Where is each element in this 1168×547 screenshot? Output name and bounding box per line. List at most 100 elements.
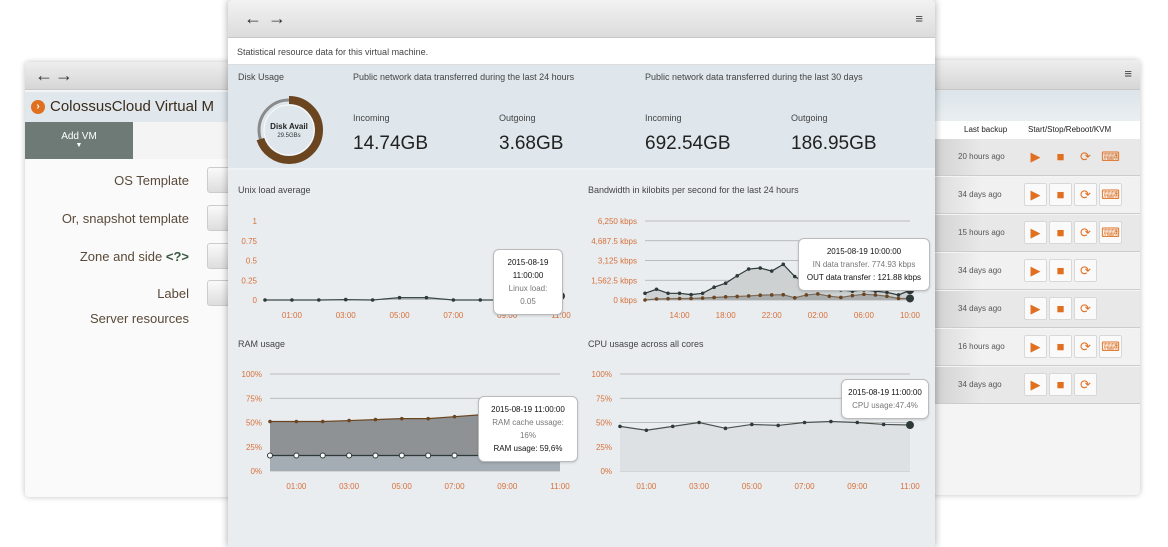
ram-point (268, 419, 272, 424)
load-x-tick: 01:00 (282, 311, 303, 320)
ram-point (425, 452, 432, 459)
bw-y-tick: 0 kbps (613, 296, 637, 305)
bw-y-tick: 1,562.5 kbps (591, 276, 637, 285)
cpu-tooltip: 2015-08-19 11:00:00 CPU usage:47.4% (841, 379, 929, 419)
tooltip-time: 2015-08-19 10:00:00 (826, 247, 902, 256)
bw-point (700, 291, 705, 296)
load-point (343, 297, 348, 302)
bw-point (885, 294, 889, 299)
ram-x-tick: 01:00 (286, 482, 307, 491)
bw-point (666, 296, 670, 301)
bw-point (700, 296, 705, 300)
bw-point (677, 291, 682, 296)
load-point (397, 295, 402, 300)
cpu-x-tick: 05:00 (742, 482, 763, 491)
load-y-tick: 0.75 (241, 237, 257, 246)
bw-x-tick: 06:00 (854, 311, 875, 320)
load-point (263, 298, 267, 302)
bw-point (689, 292, 693, 297)
tooltip-line: RAM usage: 59,6% (493, 444, 563, 453)
cpu-y-tick: 100% (592, 370, 612, 379)
cpu-point (670, 424, 675, 429)
cpu-point (855, 420, 860, 425)
bw-point (746, 294, 751, 298)
cpu-point (776, 423, 780, 428)
bw-point (839, 295, 843, 300)
bw-x-tick: 18:00 (716, 311, 737, 320)
bw-point (712, 295, 716, 300)
load-point (370, 298, 375, 302)
cpu-point (829, 419, 833, 424)
cpu-y-tick: 25% (596, 443, 612, 452)
ram-point (426, 416, 430, 421)
bw-point (816, 292, 820, 296)
ram-x-tick: 11:00 (550, 482, 570, 491)
bw-point (758, 293, 763, 297)
bw-point (758, 266, 763, 270)
ram-point (347, 418, 351, 423)
load-y-tick: 0.5 (246, 257, 258, 266)
tooltip-line: RAM cache ussage: 16% (492, 418, 564, 440)
cpu-x-tick: 03:00 (689, 482, 710, 491)
bw-point (712, 285, 716, 290)
cpu-area-0 (620, 421, 910, 471)
cpu-y-tick: 0% (600, 467, 612, 476)
tooltip-time: 2015-08-19 11:00:00 (491, 405, 565, 414)
load-y-tick: 0.25 (241, 276, 257, 285)
cpu-x-tick: 11:00 (900, 482, 920, 491)
bw-point (666, 291, 670, 296)
ram-point (400, 416, 404, 421)
bw-point (689, 296, 693, 301)
ram-point (267, 452, 273, 459)
bw-tooltip: 2015-08-19 10:00:00 IN data transfer. 77… (798, 238, 930, 291)
bw-point (792, 274, 797, 279)
cpu-point (644, 428, 649, 433)
bw-point (850, 293, 855, 298)
tooltip-time: 2015-08-19 11:00:00 (848, 388, 922, 397)
tooltip-line: CPU usage:47.4% (852, 401, 918, 410)
bw-point (735, 273, 739, 278)
bw-point (643, 291, 647, 296)
ram-point (372, 452, 379, 459)
bw-point (885, 290, 889, 295)
bw-point (746, 267, 751, 271)
cpu-point (881, 422, 886, 427)
ram-x-tick: 07:00 (445, 482, 466, 491)
ram-x-tick: 05:00 (392, 482, 413, 491)
ram-y-tick: 0% (250, 467, 262, 476)
charts-layer: 0 0.25 0.5 0.75 1 01:00 03:00 05:00 07:00 09:00 11… (241, 217, 920, 491)
cpu-point (697, 420, 701, 425)
ram-point (373, 417, 378, 422)
bw-y-tick: 3,125 kbps (598, 257, 637, 266)
ram-point (346, 452, 353, 459)
ram-x-tick: 03:00 (339, 482, 360, 491)
ram-y-tick: 50% (246, 419, 262, 428)
bw-point (769, 293, 774, 297)
ram-point (319, 452, 326, 459)
load-y-tick: 0 (253, 296, 258, 305)
ram-point (320, 419, 325, 424)
cpu-y-tick: 75% (596, 394, 612, 403)
load-y-tick: 1 (253, 217, 258, 226)
load-point (478, 298, 483, 302)
ram-point (293, 452, 300, 459)
bw-point (862, 292, 866, 297)
bw-point (654, 297, 659, 301)
tooltip-line: Linux load: 0.05 (508, 284, 548, 306)
bw-point (677, 296, 682, 301)
bw-x-tick: 22:00 (762, 311, 783, 320)
tooltip-line: IN data transfer. 774.93 kbps (812, 260, 916, 269)
tooltip-line: OUT data transfer : 121.88 kbps (806, 273, 922, 282)
cpu-point (618, 424, 622, 429)
bw-x-tick: 14:00 (670, 311, 691, 320)
bw-point (896, 293, 901, 297)
load-point (451, 298, 456, 302)
cpu-x-tick: 01:00 (636, 482, 657, 491)
cpu-point (723, 426, 728, 431)
ram-tooltip: 2015-08-19 11:00:00 RAM cache ussage: 16… (478, 396, 578, 462)
bw-point (792, 296, 797, 300)
load-x-tick: 05:00 (390, 311, 411, 320)
bw-point (735, 294, 739, 299)
bw-point (769, 269, 774, 273)
bw-point (654, 287, 659, 292)
